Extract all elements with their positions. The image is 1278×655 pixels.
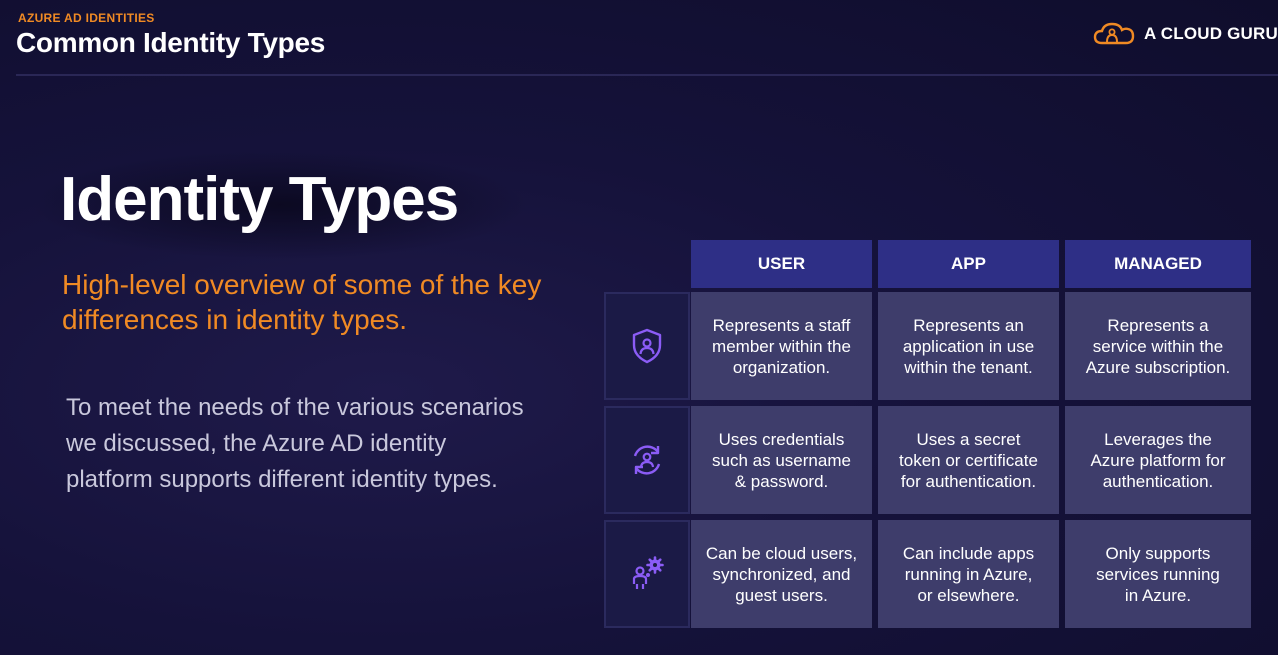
column-header-app: APP (878, 240, 1059, 288)
brand-logo: A CLOUD GURU (1092, 20, 1278, 48)
subtitle: High-level overview of some of the key d… (62, 269, 542, 335)
row-icon-cell (604, 406, 690, 514)
column-header-user: USER (691, 240, 872, 288)
identity-types-table: USER APP MANAGED Represents a staff memb… (604, 240, 1254, 630)
table-cell: Represents a staff member within the org… (691, 292, 872, 400)
table-cell: Represents an application in use within … (878, 292, 1059, 400)
row-icon-cell (604, 292, 690, 400)
column-header-managed: MANAGED (1065, 240, 1251, 288)
shield-user-icon (632, 328, 662, 364)
table-cell: Uses a secret token or certificate for a… (878, 406, 1059, 514)
slide-header: AZURE AD IDENTITIES Common Identity Type… (0, 0, 1278, 76)
row-icon-cell (604, 520, 690, 628)
brand-name: A CLOUD GURU (1144, 24, 1278, 43)
table-cell: Leverages the Azure platform for authent… (1065, 406, 1251, 514)
table-cell: Can include apps running in Azure, or el… (878, 520, 1059, 628)
table-cell: Only supports services running in Azure. (1065, 520, 1251, 628)
table-cell: Represents a service within the Azure su… (1065, 292, 1251, 400)
user-sync-icon (633, 445, 661, 475)
cloud-logo-icon (1093, 22, 1135, 45)
table-cell: Can be cloud users, synchronized, and gu… (691, 520, 872, 628)
user-gear-icon (632, 556, 664, 589)
main-title: Identity Types (60, 165, 459, 234)
header-divider (16, 74, 1278, 76)
slide-title: Common Identity Types (16, 27, 325, 58)
section-kicker: AZURE AD IDENTITIES (18, 11, 155, 25)
body-paragraph: To meet the needs of the various scenari… (66, 394, 524, 493)
table-cell: Uses credentials such as username & pass… (691, 406, 872, 514)
